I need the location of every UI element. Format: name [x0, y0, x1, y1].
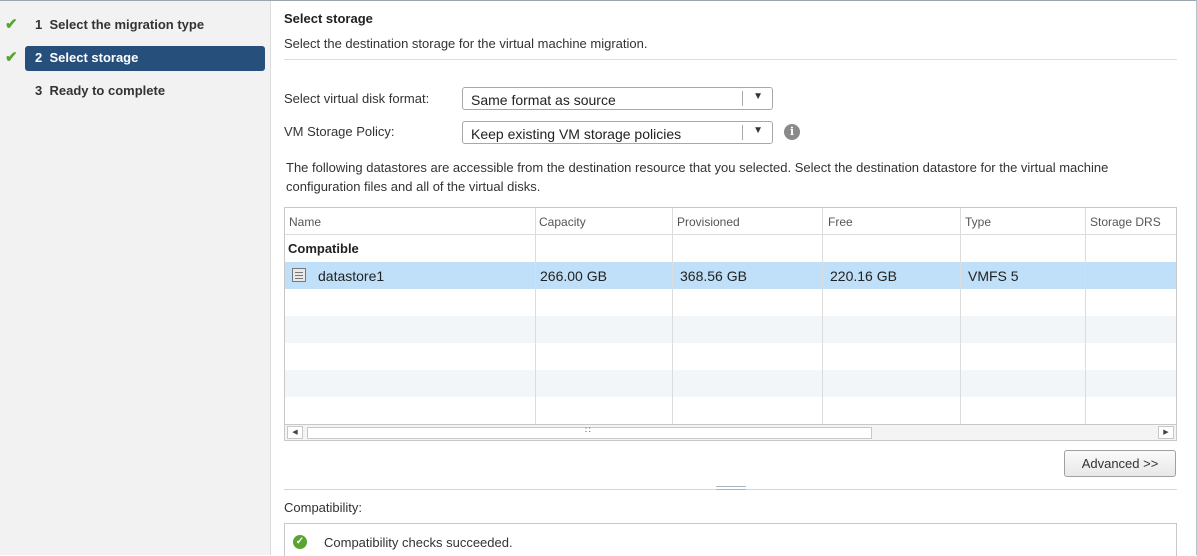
wizard-step-1[interactable]: ✔ 1 Select the migration type [0, 12, 270, 38]
datastore-icon [292, 268, 306, 282]
checkmark-icon: ✔ [5, 16, 18, 33]
step-label: Select storage [49, 50, 139, 65]
cell-capacity: 266.00 GB [540, 268, 607, 284]
scroll-grip-icon: ∷ [585, 425, 591, 435]
dropdown-arrow-icon: ▼ [753, 125, 763, 136]
datastore-grid: Name Capacity Provisioned Free Type Stor… [284, 207, 1177, 441]
storage-policy-label: VM Storage Policy: [284, 124, 395, 139]
column-header-type[interactable]: Type [965, 215, 991, 229]
step-label: Ready to complete [49, 83, 166, 98]
scroll-right-icon[interactable]: ▶ [1158, 426, 1174, 439]
column-header-capacity[interactable]: Capacity [539, 215, 586, 229]
disk-format-value: Same format as source [471, 92, 616, 108]
step-number: 1 [35, 17, 43, 32]
table-row[interactable]: datastore1 266.00 GB 368.56 GB 220.16 GB… [285, 262, 1176, 289]
group-label: Compatible [288, 241, 359, 256]
column-header-name[interactable]: Name [289, 215, 321, 229]
success-check-icon: ✓ [293, 535, 307, 549]
column-header-storage-drs[interactable]: Storage DRS [1090, 215, 1161, 229]
step-number: 3 [35, 83, 43, 98]
splitter-grip-icon[interactable] [716, 486, 746, 490]
page-subtitle: Select the destination storage for the v… [284, 36, 648, 51]
datastore-description: The following datastores are accessible … [286, 160, 1109, 194]
dropdown-arrow-icon: ▼ [753, 91, 763, 102]
advanced-button[interactable]: Advanced >> [1064, 450, 1176, 477]
step-number: 2 [35, 50, 43, 65]
disk-format-select[interactable]: Same format as source ▼ [462, 87, 773, 110]
scroll-left-icon[interactable]: ◀ [287, 426, 303, 439]
checkmark-icon: ✔ [5, 49, 18, 66]
main-panel: Select storage Select the destination st… [271, 1, 1195, 556]
compatibility-message: Compatibility checks succeeded. [324, 535, 513, 550]
compatibility-panel: ✓ Compatibility checks succeeded. [284, 523, 1177, 556]
page-title: Select storage [284, 11, 373, 26]
storage-policy-value: Keep existing VM storage policies [471, 126, 682, 142]
horizontal-scrollbar[interactable]: ◀ ∷ ▶ [285, 424, 1176, 440]
storage-policy-select[interactable]: Keep existing VM storage policies ▼ [462, 121, 773, 144]
cell-type: VMFS 5 [968, 268, 1019, 284]
column-header-free[interactable]: Free [828, 215, 853, 229]
step-label: Select the migration type [49, 17, 205, 32]
wizard-sidebar: ✔ 1 Select the migration type ✔ 2 Select… [0, 1, 271, 555]
compatibility-label: Compatibility: [284, 500, 363, 515]
group-row-compatible: Compatible [285, 235, 1176, 262]
cell-provisioned: 368.56 GB [680, 268, 747, 284]
column-header-provisioned[interactable]: Provisioned [677, 215, 740, 229]
cell-free: 220.16 GB [830, 268, 897, 284]
header-divider [284, 59, 1177, 60]
grid-header: Name Capacity Provisioned Free Type Stor… [285, 208, 1176, 235]
cell-name: datastore1 [318, 268, 385, 284]
info-icon[interactable]: i [784, 124, 800, 140]
wizard-step-2[interactable]: ✔ 2 Select storage [0, 45, 270, 71]
disk-format-label: Select virtual disk format: [284, 91, 430, 106]
wizard-step-3[interactable]: 3 Ready to complete [0, 78, 270, 104]
